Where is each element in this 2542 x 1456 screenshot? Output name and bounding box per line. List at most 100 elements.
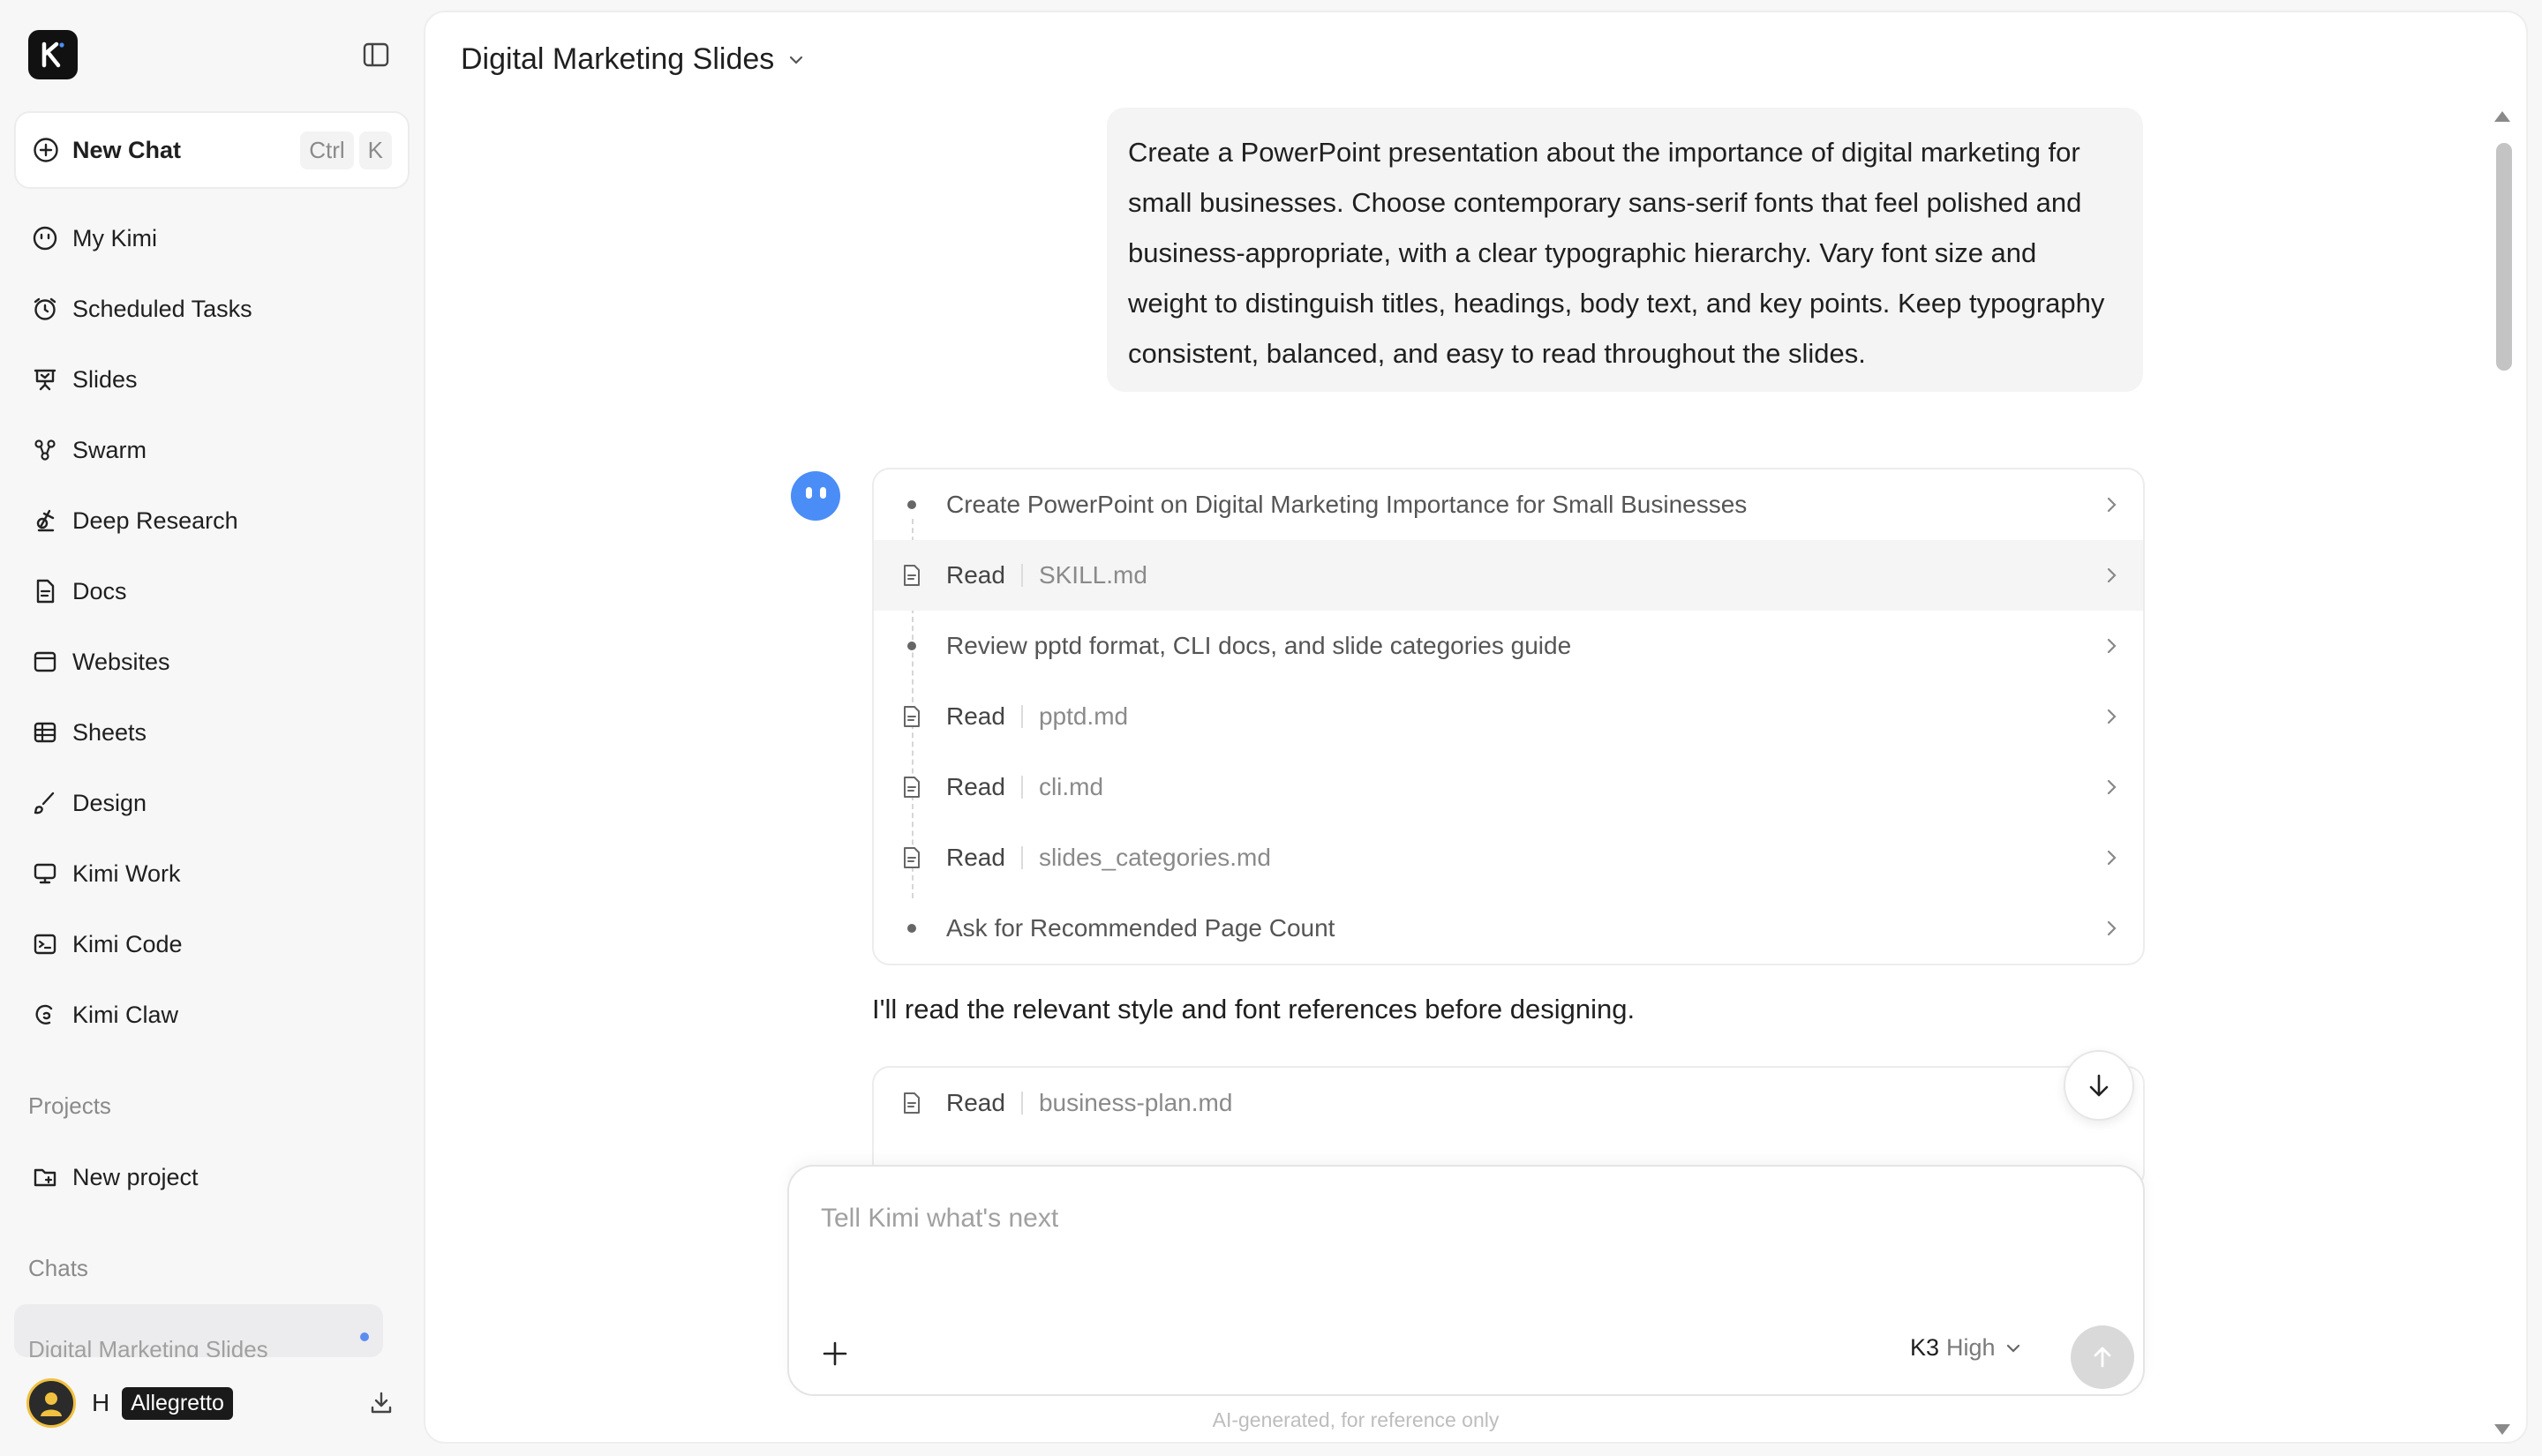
projects-section-title: Projects: [28, 1092, 111, 1119]
chevron-right-icon: [2107, 638, 2117, 654]
step-row[interactable]: Ask for Recommended Page Count: [874, 893, 2143, 964]
chat-item-digital-marketing-slides[interactable]: Digital Marketing Slides: [14, 1304, 383, 1357]
sidebar-item-label: Scheduled Tasks: [72, 295, 252, 322]
step-file: business-plan.md: [1038, 1089, 1233, 1116]
step-text: Ask for Recommended Page Count: [946, 914, 1335, 942]
arrow-down-icon: [2089, 1074, 2109, 1097]
chevron-right-icon: [2107, 779, 2117, 795]
user-message-bubble: Create a PowerPoint presentation about t…: [1107, 108, 2143, 392]
sidebar-item-label: Websites: [72, 648, 170, 675]
sidebar: New Chat Ctrl K My Kimi Scheduled Tasks …: [0, 0, 424, 1456]
new-project-label: New project: [72, 1163, 199, 1190]
sidebar-toggle-icon[interactable]: [360, 39, 392, 71]
message-input[interactable]: Tell Kimi what's next: [821, 1204, 1058, 1234]
sidebar-item-label: Kimi Claw: [72, 1001, 179, 1028]
new-chat-label: New Chat: [72, 136, 182, 163]
scroll-to-bottom-button[interactable]: [2064, 1050, 2134, 1121]
scroll-up-arrow-icon[interactable]: [2494, 111, 2510, 122]
monitor-icon: [30, 859, 60, 889]
brush-icon: [30, 788, 60, 818]
model-effort: High: [1946, 1334, 1996, 1361]
sidebar-item-kimi-work[interactable]: Kimi Work: [14, 844, 410, 904]
sidebar-item-kimi-code[interactable]: Kimi Code: [14, 914, 410, 974]
user-profile[interactable]: H Allegretto: [26, 1377, 397, 1430]
sidebar-item-label: Swarm: [72, 436, 147, 463]
file-icon: [899, 774, 925, 800]
step-text: Create PowerPoint on Digital Marketing I…: [946, 491, 1748, 518]
step-row[interactable]: Read cli.md: [874, 752, 2143, 822]
agent-steps-list: Create PowerPoint on Digital Marketing I…: [872, 468, 2145, 965]
kimi-logo[interactable]: [28, 30, 78, 79]
chevron-right-icon: [2107, 497, 2117, 513]
bullet-marker: [899, 633, 925, 659]
sidebar-item-deep-research[interactable]: Deep Research: [14, 491, 410, 551]
sidebar-item-design[interactable]: Design: [14, 773, 410, 833]
sidebar-item-kimi-claw[interactable]: Kimi Claw: [14, 985, 410, 1045]
model-name: K3: [1910, 1334, 1940, 1361]
sidebar-item-docs[interactable]: Docs: [14, 561, 410, 621]
chevron-right-icon: [2107, 850, 2117, 866]
step-action: Read: [946, 773, 1005, 800]
sidebar-item-my-kimi[interactable]: My Kimi: [14, 208, 410, 268]
sidebar-item-label: Slides: [72, 365, 138, 393]
step-file: slides_categories.md: [1038, 844, 1271, 871]
model-selector[interactable]: K3 High: [1910, 1334, 2024, 1362]
step-row[interactable]: Create PowerPoint on Digital Marketing I…: [874, 469, 2143, 540]
step-action: Read: [946, 844, 1005, 871]
step-file: cli.md: [1038, 773, 1104, 800]
send-button[interactable]: [2071, 1325, 2134, 1389]
file-icon: [899, 1090, 925, 1116]
chat-panel: Digital Marketing Slides Create a PowerP…: [424, 11, 2528, 1444]
sidebar-item-websites[interactable]: Websites: [14, 632, 410, 692]
step-row[interactable]: Read business-plan.md: [874, 1068, 2143, 1138]
page-title: Digital Marketing Slides: [461, 42, 775, 76]
smiley-icon: [30, 223, 60, 253]
step-file: SKILL.md: [1038, 561, 1147, 589]
file-icon: [899, 844, 925, 871]
sidebar-item-label: Kimi Work: [72, 859, 181, 887]
bullet-marker: [899, 492, 925, 518]
new-project-button[interactable]: New project: [14, 1147, 410, 1207]
research-icon: [30, 506, 60, 536]
step-row[interactable]: Read SKILL.md: [874, 540, 2143, 611]
arrow-up-icon: [2094, 1347, 2111, 1368]
kimi-assistant-avatar: [791, 471, 840, 521]
message-composer[interactable]: Tell Kimi what's next K3 High: [787, 1165, 2145, 1396]
assistant-reply-text: I'll read the relevant style and font re…: [872, 994, 1636, 1024]
sidebar-item-label: Design: [72, 789, 147, 816]
step-row[interactable]: Read pptd.md: [874, 681, 2143, 752]
user-plan-badge: Allegretto: [122, 1386, 233, 1420]
step-row[interactable]: Read slides_categories.md: [874, 822, 2143, 893]
sidebar-item-slides[interactable]: Slides: [14, 349, 410, 409]
chat-title-dropdown[interactable]: Digital Marketing Slides: [461, 42, 806, 77]
step-file: pptd.md: [1038, 702, 1129, 730]
scrollbar-thumb[interactable]: [2496, 143, 2512, 371]
claw-icon: [30, 1000, 60, 1030]
alarm-clock-icon: [30, 294, 60, 324]
download-icon[interactable]: [365, 1387, 397, 1419]
step-action: Read: [946, 702, 1005, 730]
shortcut-key: K: [358, 131, 392, 169]
user-initial: H: [92, 1389, 110, 1416]
sidebar-item-label: Kimi Code: [72, 930, 183, 957]
sidebar-item-swarm[interactable]: Swarm: [14, 420, 410, 480]
file-icon: [899, 562, 925, 589]
step-action: Read: [946, 1089, 1005, 1116]
step-row[interactable]: Review pptd format, CLI docs, and slide …: [874, 611, 2143, 681]
sidebar-item-label: Sheets: [72, 718, 147, 746]
sidebar-item-scheduled-tasks[interactable]: Scheduled Tasks: [14, 279, 410, 339]
new-chat-button[interactable]: New Chat Ctrl K: [14, 111, 410, 189]
chevron-down-icon: [2006, 1344, 2019, 1353]
plus-circle-icon: [34, 138, 58, 162]
sidebar-item-label: My Kimi: [72, 224, 157, 251]
avatar[interactable]: [26, 1378, 76, 1428]
unread-dot: [360, 1332, 369, 1341]
app-window: New Chat Ctrl K My Kimi Scheduled Tasks …: [0, 0, 2542, 1456]
browser-window-icon: [30, 647, 60, 677]
swarm-icon: [30, 435, 60, 465]
attach-plus-icon[interactable]: [817, 1336, 853, 1371]
shortcut-key: Ctrl: [300, 131, 354, 169]
chevron-down-icon: [790, 56, 803, 64]
step-action: Read: [946, 561, 1005, 589]
sidebar-item-sheets[interactable]: Sheets: [14, 702, 410, 762]
